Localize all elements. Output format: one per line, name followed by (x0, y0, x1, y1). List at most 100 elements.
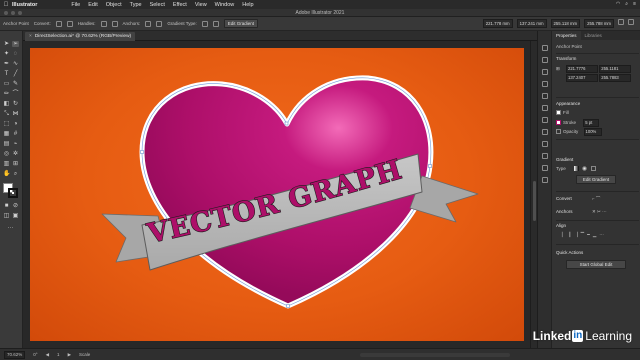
transparency-panel-icon[interactable] (542, 117, 548, 123)
stroke-panel-icon[interactable] (542, 93, 548, 99)
vertical-scroll-thumb[interactable] (533, 181, 536, 221)
brushes-panel-icon[interactable] (542, 69, 548, 75)
panel-edit-gradient-button[interactable]: Edit Gradient (576, 175, 616, 184)
linear-gradient-icon[interactable] (201, 20, 208, 27)
magic-wand-tool-icon[interactable]: ✦ (3, 51, 10, 57)
symbols-panel-icon[interactable] (542, 81, 548, 87)
convert-corner-panel-icon[interactable]: ⌐ (592, 196, 595, 201)
shape-builder-tool-icon[interactable]: ◑ (12, 121, 19, 127)
rotate-tool-icon[interactable]: ↻ (12, 101, 19, 107)
menu-help[interactable]: Help (242, 2, 253, 8)
artwork[interactable]: VECTOR GRAPHICS (30, 48, 524, 341)
control-center-icon[interactable]: ≡ (633, 1, 636, 7)
app-name[interactable]: Illustrator (12, 2, 37, 8)
scale-tool-icon[interactable]: ⤡ (3, 111, 10, 117)
menu-type[interactable]: Type (130, 2, 142, 8)
mesh-tool-icon[interactable]: # (12, 131, 19, 137)
menu-edit[interactable]: Edit (88, 2, 97, 8)
stroke-row[interactable]: Stroke 5 pt (556, 119, 600, 127)
shaper-tool-icon[interactable]: ⌒ (12, 91, 19, 97)
rectangle-tool-icon[interactable]: ▭ (3, 81, 10, 87)
y-field[interactable]: 137.241 mm (516, 19, 547, 28)
hand-tool-icon[interactable]: ✋ (3, 171, 10, 177)
color-panel-icon[interactable] (542, 45, 548, 51)
search-icon[interactable]: ⌕ (625, 1, 628, 7)
anchor-point-bottom[interactable] (286, 304, 290, 308)
width-tool-icon[interactable]: ⋈ (12, 111, 19, 117)
blend-tool-icon[interactable]: ◎ (3, 151, 10, 157)
graph-tool-icon[interactable]: ▥ (3, 161, 10, 167)
x-field[interactable]: 221.778 mm (482, 19, 513, 28)
menu-object[interactable]: Object (106, 2, 122, 8)
line-tool-icon[interactable]: ╱ (12, 71, 19, 77)
fill-stroke-swatches[interactable] (3, 183, 19, 199)
menu-select[interactable]: Select (150, 2, 165, 8)
artboard[interactable]: VECTOR GRAPHICS (30, 48, 524, 341)
linear-gradient-type-icon[interactable] (574, 166, 579, 172)
rotate-view-field[interactable]: 0° (33, 352, 37, 357)
eraser-tool-icon[interactable]: ◧ (3, 101, 10, 107)
w-field[interactable]: 255.118 mm (550, 19, 581, 28)
edit-toolbar-icon[interactable]: ··· (7, 225, 14, 231)
selection-tool-icon[interactable]: ➤ (3, 41, 10, 47)
pencil-tool-icon[interactable]: ✏ (3, 91, 10, 97)
zoom-level-field[interactable]: 70.62% (4, 350, 26, 359)
document-tab[interactable]: × DirectSelection.ai* @ 70.62% (RGB/Previ… (25, 32, 136, 41)
cut-path-panel-icon[interactable]: ✂ (597, 209, 601, 214)
perspective-grid-tool-icon[interactable]: ▦ (3, 131, 10, 137)
appearance-panel-icon[interactable] (542, 129, 548, 135)
asset-export-panel-icon[interactable] (542, 165, 548, 171)
hide-handles-icon[interactable] (111, 20, 118, 27)
h-field[interactable]: 255.788 mm (584, 19, 614, 28)
type-tool-icon[interactable]: T (3, 71, 10, 77)
layers-panel-icon[interactable] (542, 153, 548, 159)
opacity-field[interactable]: 100% (583, 128, 602, 136)
transform-w-field[interactable]: 255.1181 (599, 65, 632, 73)
none-color-icon[interactable]: ⊘ (12, 203, 19, 209)
fill-color-swatch[interactable] (556, 110, 561, 116)
stroke-swatch[interactable] (8, 188, 18, 198)
curvature-tool-icon[interactable]: ∿ (12, 61, 19, 67)
paintbrush-tool-icon[interactable]: ✎ (12, 81, 19, 87)
transform-x-field[interactable]: 221.7776 (566, 65, 598, 73)
lasso-tool-icon[interactable]: ◌ (12, 51, 19, 57)
menu-effect[interactable]: Effect (173, 2, 187, 8)
zoom-tool-icon[interactable]: ⌕ (12, 171, 19, 177)
screen-mode-icon[interactable]: ▣ (12, 213, 19, 219)
convert-corner-icon[interactable] (55, 20, 62, 27)
vertical-scrollbar[interactable] (530, 41, 537, 348)
graphic-styles-panel-icon[interactable] (542, 141, 548, 147)
anchor-point-right[interactable] (428, 164, 432, 168)
menu-window[interactable]: Window (215, 2, 235, 8)
stroke-weight-field[interactable]: 5 pt (583, 119, 600, 127)
convert-smooth-panel-icon[interactable]: ⌒ (596, 196, 601, 201)
artboard-prev-icon[interactable]: ◀ (46, 352, 49, 358)
stroke-color-swatch[interactable] (556, 120, 561, 126)
artboard-number-field[interactable]: 1 (57, 352, 60, 357)
tab-libraries[interactable]: Libraries (581, 31, 606, 40)
canvas-area[interactable]: VECTOR GRAPHICS (23, 41, 530, 348)
draw-normal-icon[interactable]: ◫ (3, 213, 10, 219)
direct-selection-tool-icon[interactable]: ➢ (12, 41, 19, 47)
color-mode-icon[interactable]: ■ (3, 203, 10, 209)
artboard-next-icon[interactable]: ▶ (68, 352, 71, 358)
gradient-tool-icon[interactable]: ▤ (3, 141, 10, 147)
horizontal-scrollbar[interactable] (360, 353, 510, 357)
wifi-icon[interactable]: ◠ (616, 1, 620, 7)
transform-y-field[interactable]: 137.2407 (566, 74, 598, 82)
menu-file[interactable]: File (71, 2, 80, 8)
anchor-point-top[interactable] (284, 121, 289, 126)
remove-anchor-panel-icon[interactable]: ✕ (592, 209, 596, 214)
remove-anchor-icon[interactable] (145, 20, 152, 27)
apple-icon[interactable]:  (0, 2, 12, 8)
swatches-panel-icon[interactable] (542, 57, 548, 63)
transform-h-field[interactable]: 255.7883 (599, 74, 632, 82)
cut-path-icon[interactable] (156, 20, 163, 27)
arrange-documents-icon[interactable] (618, 19, 624, 25)
symbol-sprayer-tool-icon[interactable]: ✲ (12, 151, 19, 157)
fill-row[interactable]: Fill (556, 110, 569, 116)
start-global-edit-button[interactable]: Start Global Edit (566, 260, 626, 269)
connect-anchor-panel-icon[interactable]: ⋯ (602, 209, 607, 214)
radial-gradient-type-icon[interactable] (582, 166, 588, 172)
anchor-point-left[interactable] (140, 150, 144, 154)
